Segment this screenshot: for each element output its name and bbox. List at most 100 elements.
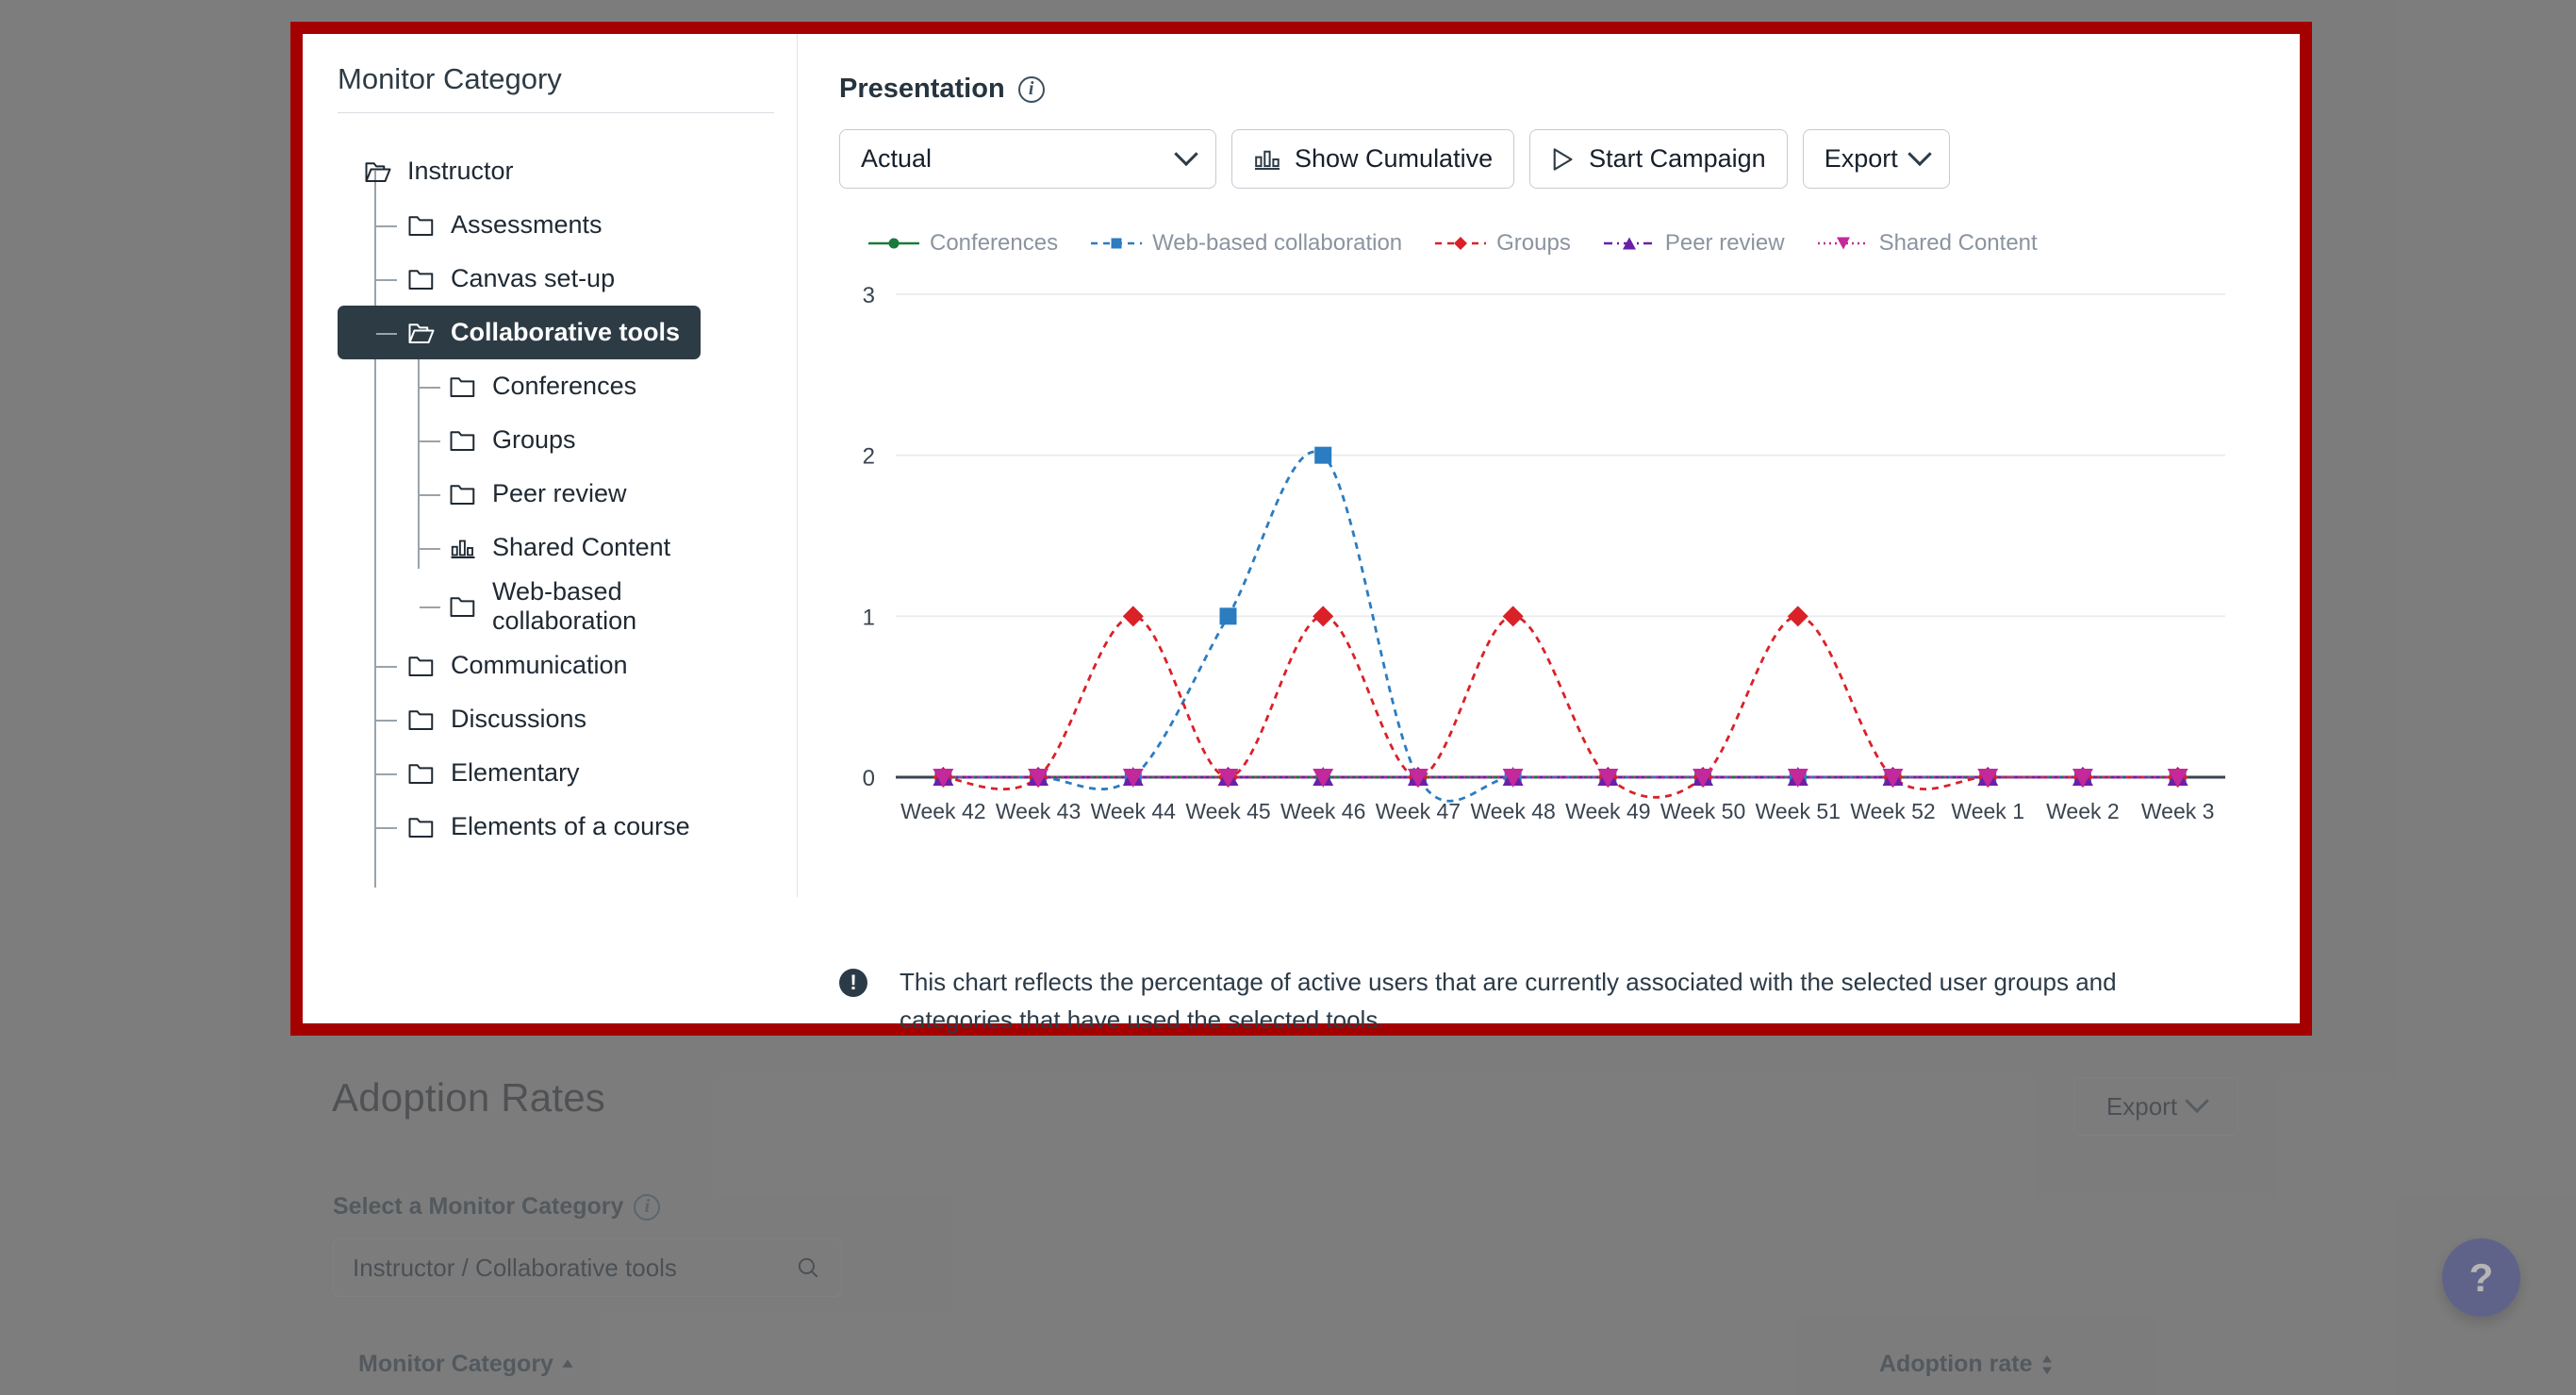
legend-label: Conferences xyxy=(930,230,1059,256)
tree-item-web-based-collaboration[interactable]: Web-based collaboration xyxy=(338,574,797,639)
show-cumulative-button[interactable]: Show Cumulative xyxy=(1231,129,1515,189)
tree-item-conferences[interactable]: Conferences xyxy=(338,359,797,413)
legend-swatch xyxy=(1603,237,1655,250)
tree-item-instructor[interactable]: Instructor xyxy=(338,144,797,198)
table-header-adoption-rate[interactable]: Adoption rate xyxy=(1879,1351,2054,1378)
legend-label: Shared Content xyxy=(1878,230,2038,256)
data-point-web-based-collaboration[interactable] xyxy=(1314,446,1332,464)
tree-item-label: Instructor xyxy=(407,156,514,185)
play-icon xyxy=(1551,147,1576,172)
chevron-down-icon xyxy=(2185,1088,2209,1114)
tree-item-label: Canvas set-up xyxy=(451,263,616,292)
legend-swatch xyxy=(868,238,919,249)
chevron-down-icon xyxy=(1174,141,1198,166)
tree-item-shared-content[interactable]: Shared Content xyxy=(338,521,797,574)
chart-export-label: Export xyxy=(1824,144,1898,173)
tree-item-elements-of-a-course[interactable]: Elements of a course xyxy=(338,800,797,854)
x-axis-tick-label: Week 1 xyxy=(1951,799,2024,823)
tree-item-label: Peer review xyxy=(492,478,627,507)
data-point-groups[interactable] xyxy=(1787,606,1808,627)
table-header-monitor-category-label: Monitor Category xyxy=(358,1351,553,1377)
tree-tick xyxy=(376,826,397,829)
bar-chart-icon xyxy=(1255,150,1280,170)
select-monitor-category-text: Select a Monitor Category xyxy=(333,1193,624,1220)
alert-icon: ! xyxy=(839,969,867,997)
legend-label: Peer review xyxy=(1664,230,1785,256)
legend-label: Groups xyxy=(1496,230,1571,256)
x-axis-tick-label: Week 50 xyxy=(1660,799,1745,823)
data-point-web-based-collaboration[interactable] xyxy=(1219,607,1237,625)
chart-export-button[interactable]: Export xyxy=(1802,129,1950,189)
tree-item-assessments[interactable]: Assessments xyxy=(338,198,797,252)
tree-tick xyxy=(420,440,440,442)
x-axis-tick-label: Week 46 xyxy=(1280,799,1365,823)
table-header-monitor-category[interactable]: Monitor Category xyxy=(358,1351,574,1378)
folder-open-icon xyxy=(365,161,391,182)
tree-item-collaborative-tools[interactable]: Collaborative tools xyxy=(338,306,701,359)
sort-icon xyxy=(2041,1354,2052,1374)
info-icon[interactable]: i xyxy=(1017,75,1045,103)
data-point-groups[interactable] xyxy=(1502,606,1524,627)
presentation-panel: Presentation i Actual Show Cumulative St… xyxy=(798,34,2300,1034)
show-cumulative-label: Show Cumulative xyxy=(1295,144,1494,173)
line-chart[interactable]: 0 1 2 3 Week 42 Week 43 Week 44 Week 45 Week 46 W… xyxy=(839,277,2235,862)
folder-icon xyxy=(408,817,434,838)
square-marker-icon xyxy=(1111,238,1122,249)
presentation-mode-select[interactable]: Actual xyxy=(839,129,1216,189)
tree-item-label: Communication xyxy=(451,650,628,679)
legend-item-web-based-collaboration[interactable]: Web-based collaboration xyxy=(1090,230,1402,257)
chart-legend: Conferences Web-based collaboration Groups… xyxy=(839,230,2300,257)
tree-tick xyxy=(376,224,397,227)
monitor-category-search-input[interactable]: Instructor / Collaborative tools xyxy=(333,1238,842,1297)
table-header-adoption-rate-label: Adoption rate xyxy=(1879,1351,2033,1377)
tree-item-discussions[interactable]: Discussions xyxy=(338,692,797,746)
x-axis-tick-label: Week 49 xyxy=(1565,799,1650,823)
tree-item-canvas-set-up[interactable]: Canvas set-up xyxy=(338,252,797,306)
x-axis-tick-label: Week 51 xyxy=(1756,799,1841,823)
x-axis-tick-label: Week 47 xyxy=(1376,799,1461,823)
folder-icon xyxy=(450,430,475,451)
background-export-button[interactable]: Export xyxy=(2073,1077,2238,1136)
tree-item-label: Shared Content xyxy=(492,532,671,561)
data-point-groups[interactable] xyxy=(1313,606,1334,627)
tree-tick xyxy=(376,719,397,722)
chart-footnote: ! This chart reflects the percentage of … xyxy=(839,963,2225,1039)
tree-item-label: Web-based collaboration xyxy=(492,576,637,635)
tree-item-groups[interactable]: Groups xyxy=(338,413,797,467)
info-icon[interactable]: i xyxy=(634,1193,661,1221)
tree-panel-title: Monitor Category xyxy=(338,62,562,95)
presentation-heading: Presentation i xyxy=(839,74,2300,105)
start-campaign-label: Start Campaign xyxy=(1589,144,1766,173)
legend-item-conferences[interactable]: Conferences xyxy=(867,230,1058,257)
tree-tick xyxy=(420,493,440,496)
y-axis-tick-label: 1 xyxy=(863,605,875,630)
legend-item-peer-review[interactable]: Peer review xyxy=(1603,230,1785,257)
x-axis-tick-label: Week 52 xyxy=(1850,799,1935,823)
monitor-category-tree-panel: Monitor Category Instructor Assessments Ca… xyxy=(303,34,798,897)
x-axis-tick-label: Week 3 xyxy=(2141,799,2215,823)
tree-tick xyxy=(376,332,397,335)
tree-item-label: Assessments xyxy=(451,209,603,239)
tree-item-label: Discussions xyxy=(451,704,587,733)
folder-icon xyxy=(408,269,434,290)
start-campaign-button[interactable]: Start Campaign xyxy=(1529,129,1788,189)
folder-icon xyxy=(450,376,475,397)
tree-tick xyxy=(376,772,397,775)
tree-tick xyxy=(420,606,440,608)
folder-icon xyxy=(450,597,475,617)
tree-panel-divider xyxy=(338,112,774,113)
legend-item-groups[interactable]: Groups xyxy=(1434,230,1571,257)
tree-item-elementary[interactable]: Elementary xyxy=(338,746,797,800)
legend-label: Web-based collaboration xyxy=(1152,230,1403,256)
data-point-groups[interactable] xyxy=(1122,606,1144,627)
tree-item-label: Elements of a course xyxy=(451,811,690,840)
legend-item-shared-content[interactable]: Shared Content xyxy=(1817,230,2038,257)
tree-item-peer-review[interactable]: Peer review xyxy=(338,467,797,521)
tree-item-communication[interactable]: Communication xyxy=(338,639,797,692)
category-tree: Instructor Assessments Canvas set-up Collab… xyxy=(338,144,797,888)
presentation-heading-label: Presentation xyxy=(839,74,1005,104)
chevron-down-icon xyxy=(1907,141,1932,166)
help-button[interactable]: ? xyxy=(2442,1238,2520,1317)
bar-chart-icon xyxy=(451,540,475,558)
x-axis-tick-label: Week 45 xyxy=(1185,799,1270,823)
